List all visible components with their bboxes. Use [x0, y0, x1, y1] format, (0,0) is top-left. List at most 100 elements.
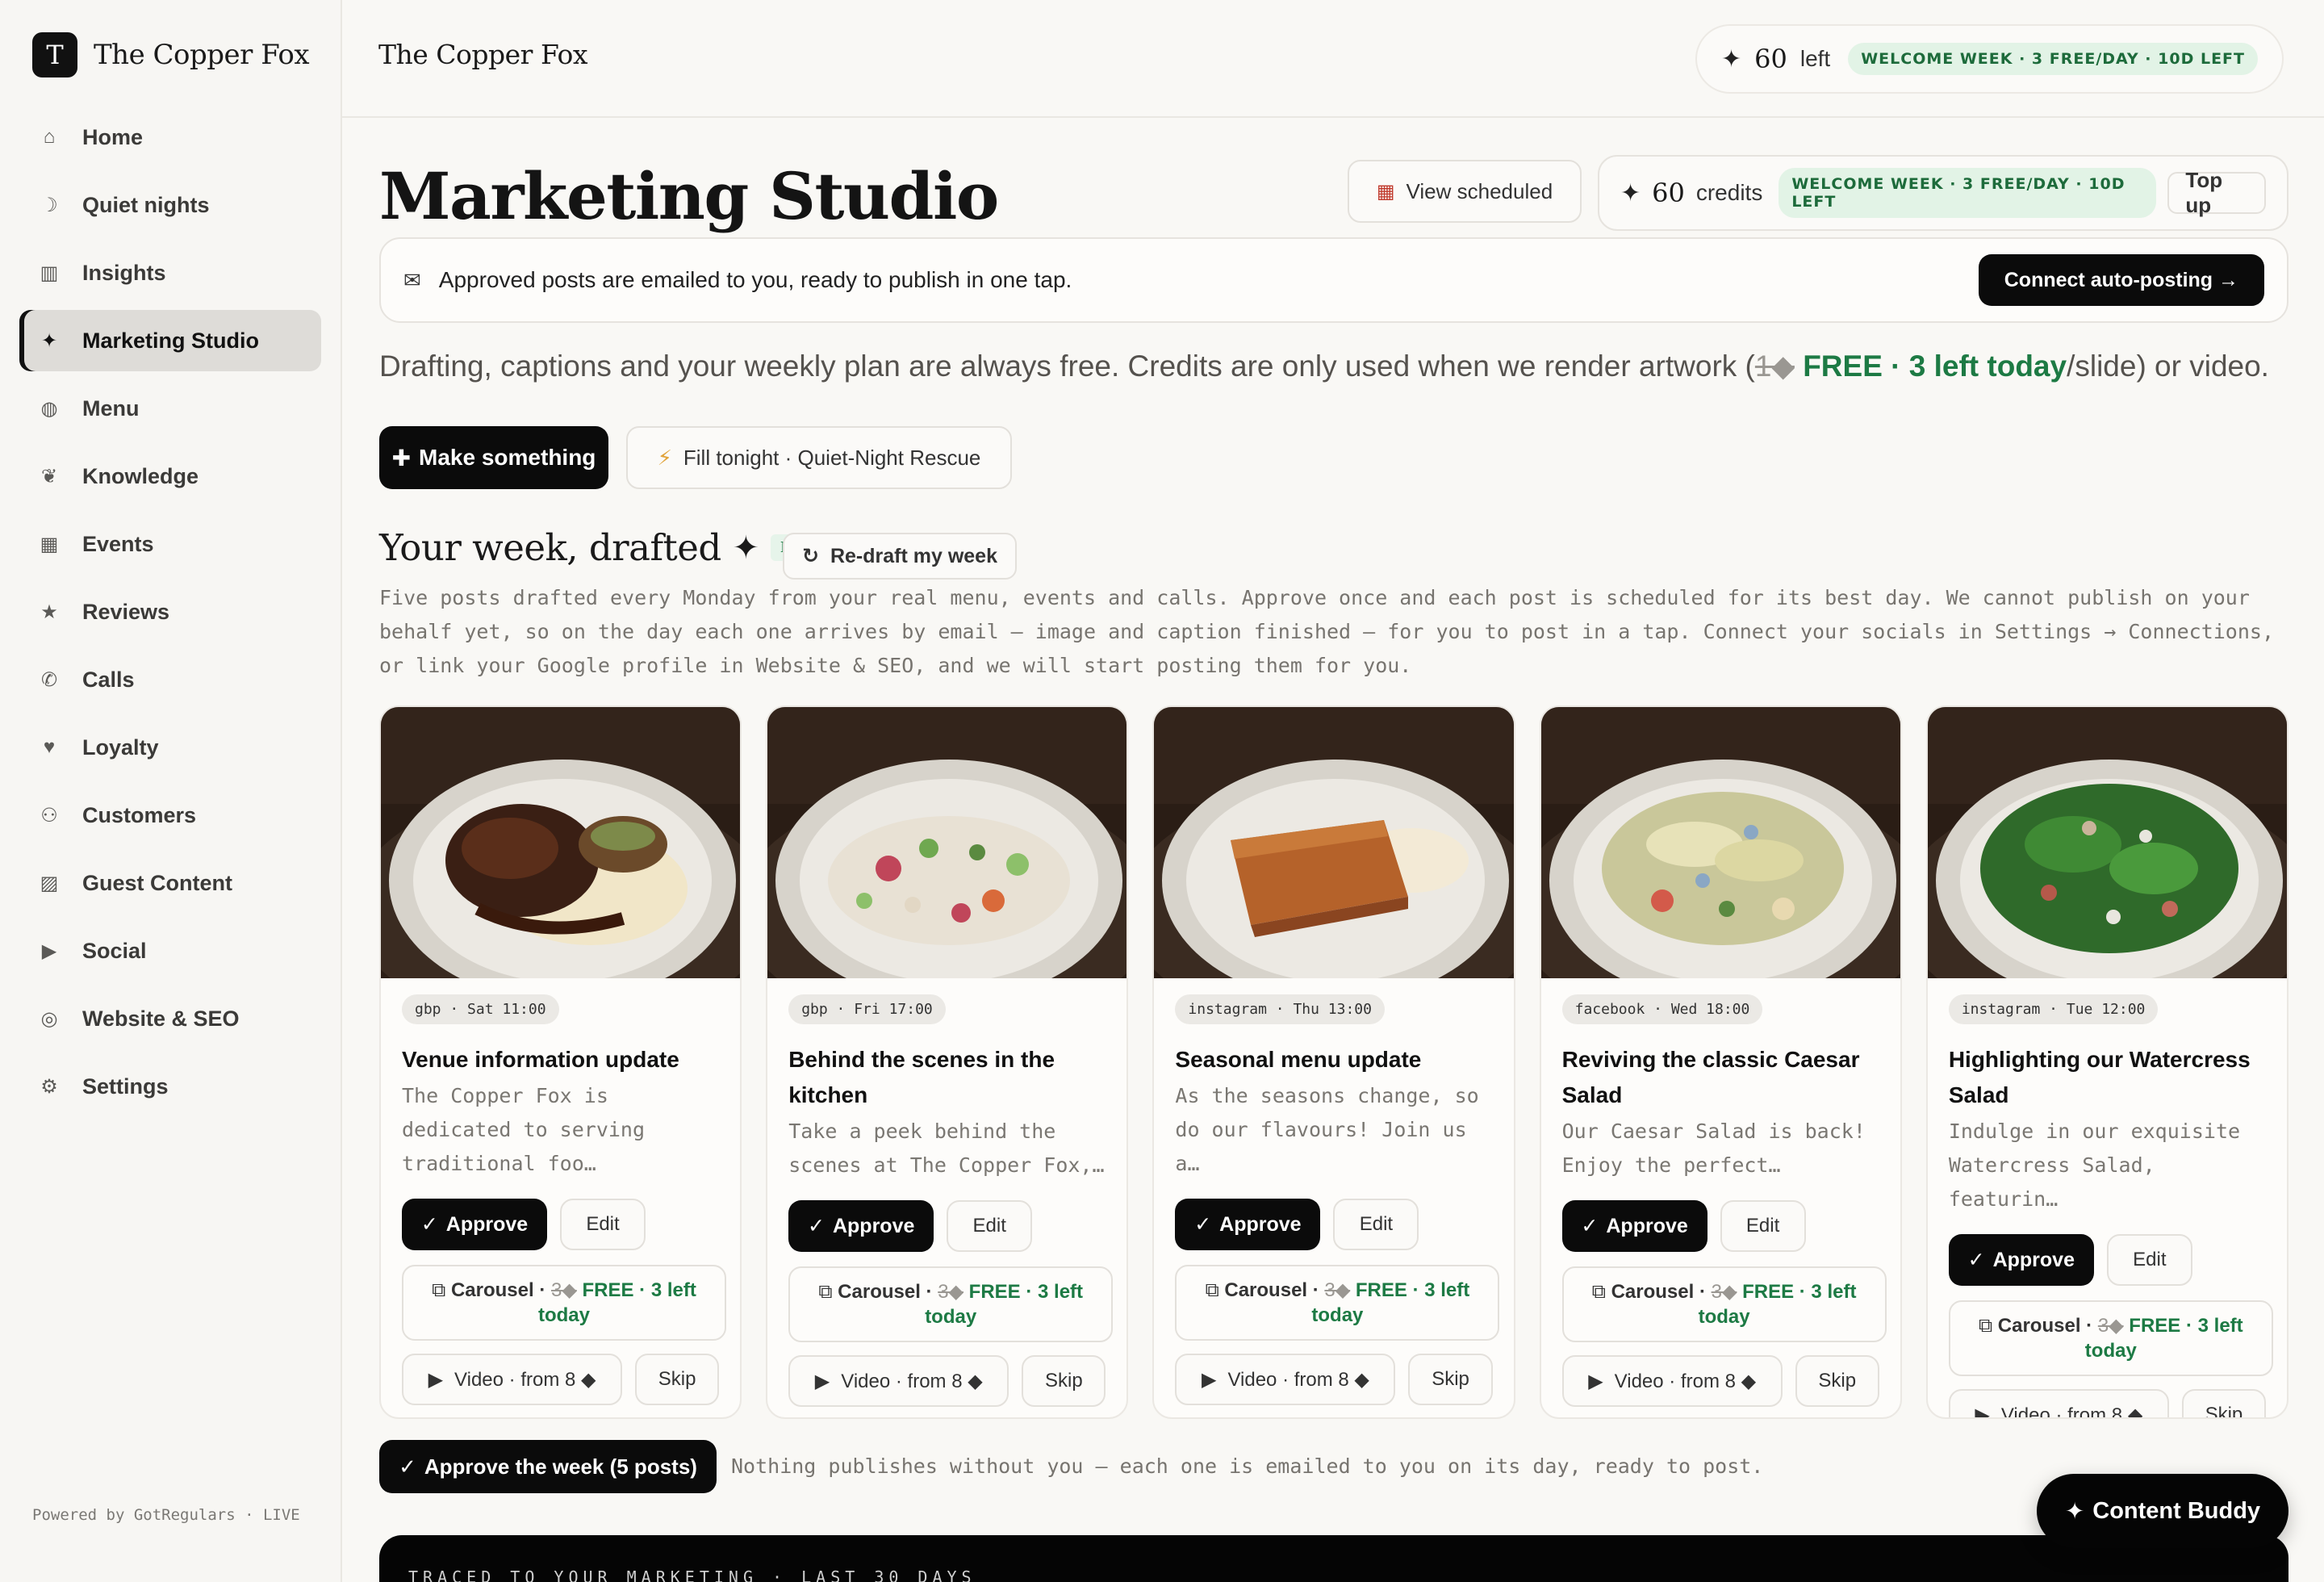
credits-count: 60: [1754, 44, 1787, 74]
sidebar-item-website-seo[interactable]: ◎ Website & SEO: [19, 988, 321, 1049]
skip-button[interactable]: Skip: [2181, 1389, 2267, 1417]
sidebar-item-label: Website & SEO: [82, 1006, 240, 1031]
card-title: Highlighting our Watercress Salad: [1948, 1047, 2251, 1107]
traced-panel: TRACED TO YOUR MARKETING · LAST 30 DAYS: [379, 1535, 2288, 1582]
sidebar-nav: ⌂ Home ☽ Quiet nights ▥ Insights ✦ Marketing St…: [19, 107, 321, 1124]
carousel-label: Carousel ·: [1224, 1279, 1325, 1301]
video-button[interactable]: ▶ Video · from 8 ◆: [788, 1355, 1009, 1407]
skip-button[interactable]: Skip: [1795, 1355, 1879, 1407]
video-button[interactable]: ▶ Video · from 8 ◆: [1175, 1354, 1396, 1405]
view-scheduled-button[interactable]: ▦ View scheduled: [1348, 160, 1582, 223]
edit-button[interactable]: Edit: [1333, 1199, 1419, 1250]
approve-button[interactable]: ✓ Approve: [1175, 1199, 1321, 1250]
skip-button[interactable]: Skip: [635, 1354, 720, 1405]
refresh-icon: ↻: [802, 545, 819, 567]
dish-image: [381, 707, 741, 978]
sidebar-item-social[interactable]: ▶ Social: [19, 920, 321, 981]
notice-text: Approved posts are emailed to you, ready…: [438, 267, 1072, 292]
card-caption: As the seasons change, so do our flavour…: [1175, 1084, 1479, 1175]
free-line-after: /slide) or video.: [2067, 349, 2269, 383]
approve-button[interactable]: ✓ Approve: [1948, 1234, 2094, 1286]
approve-button[interactable]: ✓ Approve: [788, 1200, 934, 1252]
top-bar: The Copper Fox ✦ 60 left WELCOME WEEK · …: [342, 0, 2324, 118]
draft-card: gbp · Sat 11:00 Venue information update T…: [379, 705, 742, 1419]
sidebar-item-home[interactable]: ⌂ Home: [19, 107, 321, 168]
carousel-button[interactable]: ⧉ Carousel · 3◆ FREE · 3 left today: [402, 1265, 726, 1341]
approve-week-button[interactable]: ✓ Approve the week (5 posts): [379, 1440, 717, 1493]
video-button[interactable]: ▶ Video · from 8 ◆: [1561, 1355, 1783, 1407]
redraft-week-button[interactable]: ↻ Re-draft my week: [783, 533, 1017, 580]
skip-button[interactable]: Skip: [1022, 1355, 1106, 1407]
credits-word: credits: [1695, 180, 1763, 205]
dish-image: [767, 707, 1127, 978]
edit-button[interactable]: Edit: [2106, 1234, 2192, 1286]
lightning-icon: ⚡: [657, 445, 672, 470]
edit-button[interactable]: Edit: [560, 1199, 646, 1250]
approve-label: Approve: [445, 1212, 529, 1236]
play-icon: ▶: [1975, 1404, 1990, 1419]
skip-button[interactable]: Skip: [1408, 1354, 1493, 1405]
sidebar-item-guest-content[interactable]: ▨ Guest Content: [19, 852, 321, 914]
free-line-strike: 1◆: [1754, 349, 1795, 383]
draft-cards: gbp · Sat 11:00 Venue information update T…: [379, 705, 2289, 1419]
sidebar-item-events[interactable]: ▦ Events: [19, 513, 321, 575]
draft-card: instagram · Thu 13:00 Seasonal menu updat…: [1152, 705, 1515, 1419]
sidebar-item-calls[interactable]: ✆ Calls: [19, 649, 321, 710]
globe-icon: ◎: [40, 1007, 58, 1030]
approve-label: Approve: [1219, 1212, 1302, 1236]
carousel-button[interactable]: ⧉ Carousel · 3◆ FREE · 3 left today: [1561, 1266, 1887, 1342]
sidebar-item-loyalty[interactable]: ♥ Loyalty: [19, 717, 321, 778]
video-button[interactable]: ▶ Video · from 8 ◆: [1948, 1389, 2169, 1419]
card-title: Behind the scenes in the kitchen: [788, 1047, 1055, 1107]
sidebar-item-label: Guest Content: [82, 870, 232, 895]
credits-word: left: [1799, 46, 1831, 71]
home-icon: ⌂: [43, 126, 56, 148]
schedule-tag: gbp · Sat 11:00: [402, 994, 559, 1024]
carousel-icon: ⧉: [818, 1281, 838, 1303]
brand[interactable]: T The Copper Fox: [32, 32, 310, 77]
connect-auto-posting-button[interactable]: Connect auto-posting →: [1978, 254, 2264, 306]
sidebar-item-quiet-nights[interactable]: ☽ Quiet nights: [19, 174, 321, 236]
play-icon: ▶: [814, 1370, 830, 1392]
card-caption: Our Caesar Salad is back! Enjoy the perf…: [1561, 1120, 1866, 1177]
users-icon: ⚇: [40, 804, 58, 827]
carousel-strike: 3◆: [551, 1279, 577, 1301]
edit-button[interactable]: Edit: [947, 1200, 1033, 1252]
sidebar-item-menu[interactable]: ◍ Menu: [19, 378, 321, 439]
content-buddy-button[interactable]: ✦ Content Buddy: [2037, 1474, 2288, 1548]
schedule-tag: gbp · Fri 17:00: [788, 994, 946, 1024]
credits-pill[interactable]: ✦ 60 left WELCOME WEEK · 3 FREE/DAY · 10…: [1695, 24, 2284, 94]
card-caption: Indulge in our exquisite Watercress Sala…: [1948, 1120, 2241, 1211]
video-label: Video · from 8 ◆: [454, 1368, 596, 1391]
approve-button[interactable]: ✓ Approve: [1561, 1200, 1707, 1252]
schedule-tag: facebook · Wed 18:00: [1561, 994, 1763, 1024]
carousel-strike: 3◆: [1711, 1281, 1737, 1303]
carousel-button[interactable]: ⧉ Carousel · 3◆ FREE · 3 left today: [1175, 1265, 1500, 1341]
sidebar-item-label: Menu: [82, 396, 140, 421]
sidebar-item-marketing-studio[interactable]: ✦ Marketing Studio: [19, 310, 321, 371]
carousel-button[interactable]: ⧉ Carousel · 3◆ FREE · 3 left today: [788, 1266, 1114, 1342]
fill-tonight-button[interactable]: ⚡ Fill tonight · Quiet-Night Rescue: [626, 426, 1012, 489]
sidebar-item-knowledge[interactable]: ❦ Knowledge: [19, 446, 321, 507]
carousel-label: Carousel ·: [1611, 1281, 1712, 1303]
powered-by: Powered by GotRegulars · LIVE: [32, 1506, 300, 1524]
carousel-label: Carousel ·: [838, 1281, 938, 1303]
draft-card: instagram · Tue 12:00 Highlighting our Wa…: [1925, 705, 2289, 1419]
credits-count: 60: [1652, 178, 1685, 208]
edit-button[interactable]: Edit: [1720, 1200, 1806, 1252]
check-icon: ✓: [420, 1213, 438, 1236]
check-icon: ✓: [808, 1215, 825, 1237]
sparkle-icon: ✦: [732, 529, 760, 567]
sidebar-item-reviews[interactable]: ★ Reviews: [19, 581, 321, 642]
sidebar-item-label: Reviews: [82, 599, 170, 624]
make-something-button[interactable]: ✚ Make something: [379, 426, 608, 489]
top-up-button[interactable]: Top up: [2167, 168, 2266, 217]
check-icon: ✓: [1581, 1215, 1599, 1237]
sidebar-item-customers[interactable]: ⚇ Customers: [19, 785, 321, 846]
sidebar-item-insights[interactable]: ▥ Insights: [19, 242, 321, 303]
approve-button[interactable]: ✓ Approve: [402, 1199, 547, 1250]
sidebar-item-label: Events: [82, 531, 154, 556]
carousel-button[interactable]: ⧉ Carousel · 3◆ FREE · 3 left today: [1948, 1300, 2273, 1376]
sidebar-item-settings[interactable]: ⚙ Settings: [19, 1056, 321, 1117]
video-button[interactable]: ▶ Video · from 8 ◆: [402, 1354, 623, 1405]
